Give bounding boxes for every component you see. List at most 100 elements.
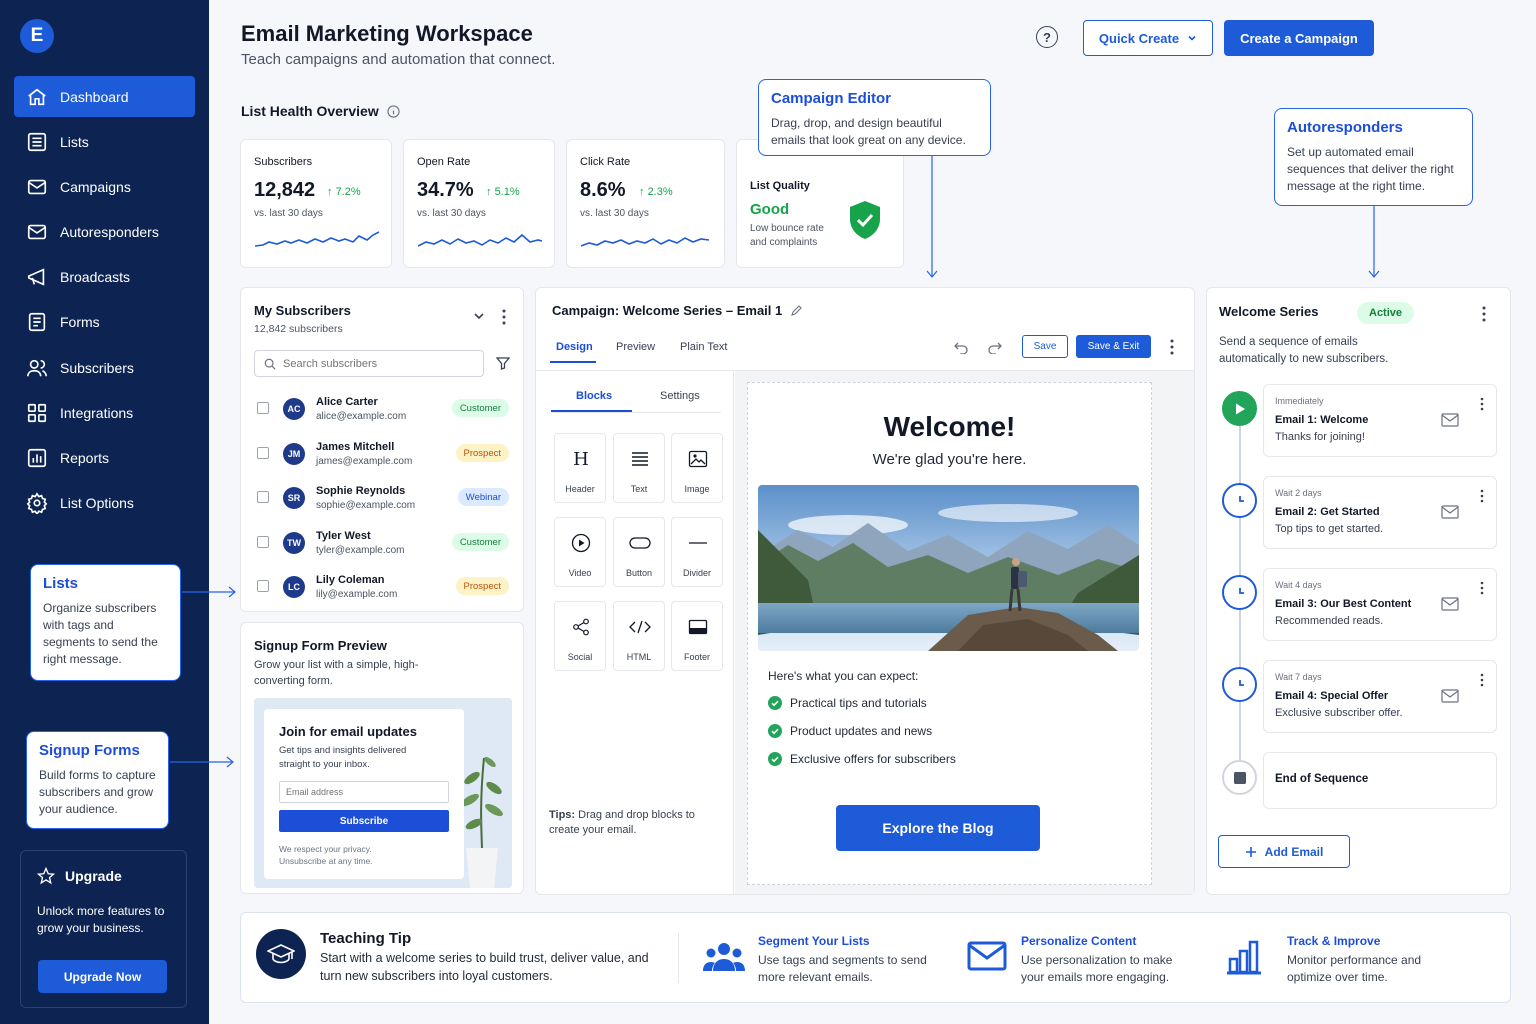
arrow-icon [182,586,236,598]
chevron-down-icon[interactable] [473,311,485,321]
block-text[interactable]: Text [613,433,665,503]
sidebar-item-lists[interactable]: Lists [14,121,195,162]
table-row[interactable]: LC Lily Coleman lily@example.com Prospec… [241,570,521,614]
edit-icon[interactable] [790,304,803,317]
quality-label: List Quality [750,180,810,192]
row-checkbox[interactable] [257,536,269,548]
sidebar-item-integrations[interactable]: Integrations [14,392,195,433]
block-divider[interactable]: Divider [671,517,723,587]
redo-icon[interactable] [988,340,1002,354]
block-video[interactable]: Video [554,517,606,587]
status-badge: Customer [451,533,509,551]
block-button[interactable]: Button [613,517,665,587]
more-vertical-icon[interactable] [1480,397,1484,411]
search-box [254,350,484,377]
subscribers-count: 12,842 subscribers [254,323,343,335]
quick-create-button[interactable]: Quick Create [1083,20,1213,56]
upgrade-now-button[interactable]: Upgrade Now [38,960,167,993]
sequence-email-1[interactable]: Immediately Email 1: Welcome Thanks for … [1263,384,1497,457]
block-html[interactable]: HTML [613,601,665,671]
block-header[interactable]: H Header [554,433,606,503]
filter-icon[interactable] [496,356,510,370]
table-row[interactable]: SR Sophie Reynolds sophie@example.com We… [241,481,521,525]
text-icon [627,448,653,470]
tab-plain-text[interactable]: Plain Text [680,341,728,353]
callout-title: Lists [43,575,79,592]
more-vertical-icon[interactable] [1480,489,1484,503]
sidebar-item-dashboard[interactable]: Dashboard [14,76,195,117]
list-item: Product updates and news [768,724,932,738]
form-desc: Get tips and insights delivered straight… [279,745,407,770]
email-canvas[interactable]: Welcome! We're glad you're here. Here's … [747,382,1152,885]
stat-period: vs. last 30 days [417,208,486,219]
more-vertical-icon[interactable] [501,309,507,325]
signup-form-desc: Grow your list with a simple, high-conve… [254,659,419,687]
wait-label: Wait 2 days [1275,488,1322,498]
row-checkbox[interactable] [257,491,269,503]
sidebar-item-forms[interactable]: Forms [14,302,195,343]
stat-period: vs. last 30 days [254,208,323,219]
blocks-panel: Blocks Settings H Header Text Image Vide… [536,371,734,894]
subscriber-email: alice@example.com [316,411,407,422]
table-row[interactable]: JM James Mitchell james@example.com Pros… [241,437,521,481]
play-icon[interactable] [1222,391,1257,426]
more-vertical-icon[interactable] [1480,673,1484,687]
status-badge: Active [1357,302,1415,324]
tab-settings[interactable]: Settings [660,390,700,402]
info-icon[interactable] [387,104,400,118]
users-icon [26,357,48,379]
tab-blocks[interactable]: Blocks [576,390,612,402]
subscribe-button[interactable]: Subscribe [279,810,449,832]
create-campaign-button[interactable]: Create a Campaign [1224,20,1374,56]
sparkline [418,233,542,247]
block-footer[interactable]: Footer [671,601,723,671]
save-button[interactable]: Save [1022,335,1068,358]
bar-chart-icon [26,447,48,469]
more-vertical-icon[interactable] [1169,339,1175,355]
more-vertical-icon[interactable] [1481,306,1487,322]
sequence-email-2[interactable]: Wait 2 days Email 2: Get Started Top tip… [1263,476,1497,549]
tab-preview[interactable]: Preview [616,341,655,353]
sidebar-item-subscribers[interactable]: Subscribers [14,347,195,388]
sidebar-item-autoresponders[interactable]: Autoresponders [14,212,195,253]
megaphone-icon [26,266,48,288]
more-vertical-icon[interactable] [1480,581,1484,595]
callout-desc: Set up automated email sequences that de… [1287,145,1454,193]
sidebar-item-campaigns[interactable]: Campaigns [14,166,195,207]
table-row[interactable]: TW Tyler West tyler@example.com Customer [241,526,521,570]
help-icon[interactable]: ? [1036,26,1058,48]
campaign-editor: Campaign: Welcome Series – Email 1 Desig… [535,287,1195,895]
block-label: Image [684,484,710,494]
explore-blog-button[interactable]: Explore the Blog [836,805,1040,851]
add-email-button[interactable]: Add Email [1218,835,1350,868]
bullet-text: Exclusive offers for subscribers [790,752,956,766]
email-title: Email 1: Welcome [1275,414,1369,426]
sequence-email-3[interactable]: Wait 4 days Email 3: Our Best Content Re… [1263,568,1497,641]
email-field[interactable] [279,781,449,803]
lists-callout: Lists Organize subscribers with tags and… [30,564,181,681]
undo-icon[interactable] [954,340,968,354]
chevron-down-icon [1188,35,1196,41]
email-desc: Exclusive subscriber offer. [1275,707,1403,719]
sidebar-item-list-options[interactable]: List Options [14,483,195,524]
teaching-tip-bar: Teaching Tip Start with a welcome series… [240,912,1511,1003]
save-exit-button[interactable]: Save & Exit [1076,335,1151,358]
autoresponders-callout: Autoresponders Set up automated email se… [1274,108,1473,206]
mail-icon [1441,597,1459,611]
block-image[interactable]: Image [671,433,723,503]
stat-value: 8.6% [580,179,626,201]
tab-design[interactable]: Design [556,341,593,353]
upgrade-panel: Upgrade Unlock more features to grow you… [20,850,187,1008]
block-social[interactable]: Social [554,601,606,671]
graduation-cap-icon [256,929,306,979]
row-checkbox[interactable] [257,402,269,414]
row-checkbox[interactable] [257,447,269,459]
sidebar-item-reports[interactable]: Reports [14,438,195,479]
sidebar-item-broadcasts[interactable]: Broadcasts [14,257,195,298]
row-checkbox[interactable] [257,580,269,592]
mail-icon [26,221,48,243]
app-logo[interactable]: E [20,19,54,53]
search-input[interactable] [283,355,478,373]
sequence-email-4[interactable]: Wait 7 days Email 4: Special Offer Exclu… [1263,660,1497,733]
table-row[interactable]: AC Alice Carter alice@example.com Custom… [241,392,521,436]
